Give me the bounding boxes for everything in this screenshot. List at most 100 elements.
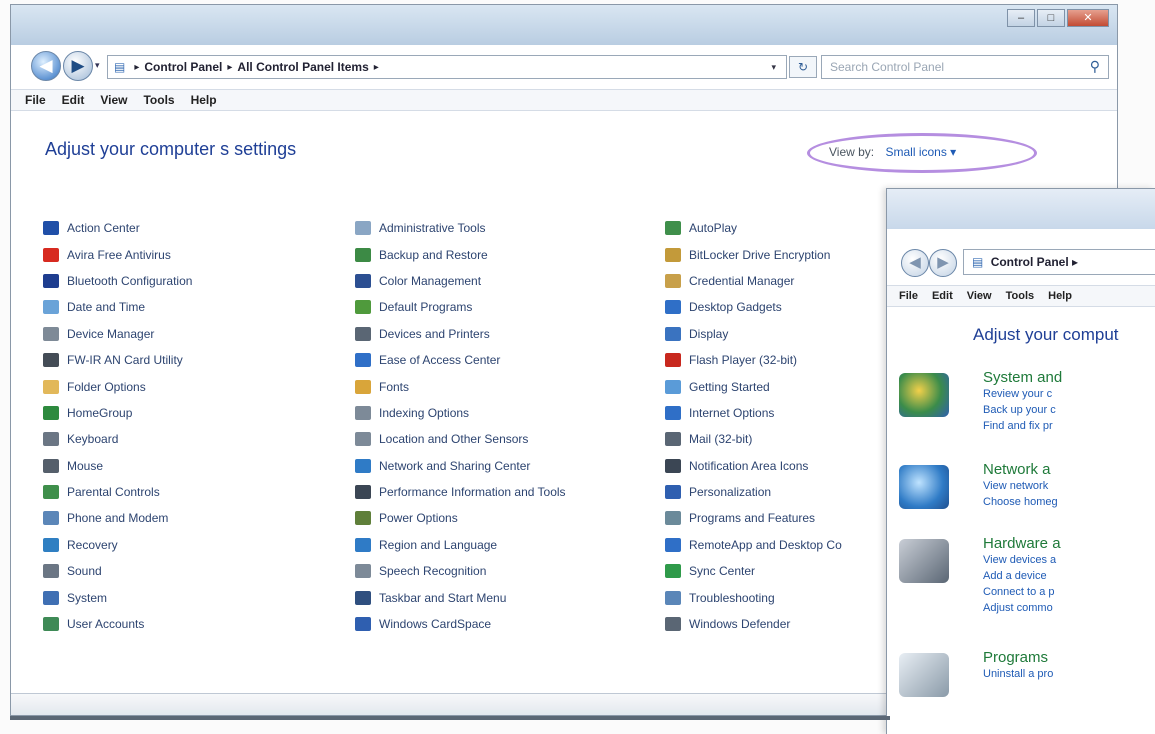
control-panel-item[interactable]: Credential Manager xyxy=(665,268,842,294)
category-title[interactable]: Network a xyxy=(983,461,1155,478)
control-panel-item[interactable]: Windows CardSpace xyxy=(355,611,566,637)
category-link[interactable]: Choose homeg xyxy=(983,494,1155,510)
view-by-control[interactable]: View by: Small icons ▾ xyxy=(829,145,956,159)
control-panel-item[interactable]: Devices and Printers xyxy=(355,321,566,347)
overlay-menu-edit[interactable]: Edit xyxy=(932,290,953,302)
control-panel-item[interactable]: Windows Defender xyxy=(665,611,842,637)
control-panel-item[interactable]: Keyboard xyxy=(43,426,192,452)
category-link[interactable]: View network xyxy=(983,478,1155,494)
overlay-address-bar[interactable]: ▤ Control Panel ▸ xyxy=(963,249,1155,275)
control-panel-item[interactable]: User Accounts xyxy=(43,611,192,637)
control-panel-item[interactable]: Getting Started xyxy=(665,373,842,399)
control-panel-item[interactable]: System xyxy=(43,584,192,610)
overlay-menu-tools[interactable]: Tools xyxy=(1006,290,1035,302)
control-panel-item[interactable]: Power Options xyxy=(355,505,566,531)
overlay-menu-view[interactable]: View xyxy=(967,290,992,302)
control-panel-item[interactable]: Display xyxy=(665,321,842,347)
taskbar-icon xyxy=(355,590,371,605)
internet-options-icon xyxy=(665,405,681,420)
control-panel-item[interactable]: Network and Sharing Center xyxy=(355,453,566,479)
category-link[interactable]: Find and fix pr xyxy=(983,418,1155,434)
close-button[interactable]: ✕ xyxy=(1067,9,1109,27)
control-panel-item[interactable]: Bluetooth Configuration xyxy=(43,268,192,294)
control-panel-item[interactable]: Folder Options xyxy=(43,373,192,399)
control-panel-item[interactable]: Fonts xyxy=(355,373,566,399)
view-by-select[interactable]: Small icons ▾ xyxy=(885,145,956,159)
control-panel-item[interactable]: Color Management xyxy=(355,268,566,294)
breadcrumb-all-items[interactable]: All Control Panel Items xyxy=(237,60,368,74)
address-bar[interactable]: ▤ ▸ Control Panel ▸ All Control Panel It… xyxy=(107,55,787,79)
breadcrumb-control-panel[interactable]: Control Panel xyxy=(144,60,222,74)
search-icon[interactable]: ⚲ xyxy=(1090,58,1100,75)
forward-button[interactable]: ▶ xyxy=(63,51,93,81)
category-link[interactable]: View devices a xyxy=(983,552,1155,568)
control-panel-item-label: Mouse xyxy=(67,458,104,473)
control-panel-item[interactable]: Speech Recognition xyxy=(355,558,566,584)
category-link[interactable]: Adjust commo xyxy=(983,600,1155,616)
control-panel-item[interactable]: Programs and Features xyxy=(665,505,842,531)
maximize-button[interactable]: □ xyxy=(1037,9,1065,27)
control-panel-item[interactable]: Desktop Gadgets xyxy=(665,294,842,320)
control-panel-item-label: Date and Time xyxy=(67,300,146,315)
control-panel-item[interactable]: Administrative Tools xyxy=(355,215,566,241)
overlay-back-button[interactable]: ◀ xyxy=(901,249,929,277)
control-panel-item[interactable]: Backup and Restore xyxy=(355,241,566,267)
search-input[interactable]: Search Control Panel ⚲ xyxy=(821,55,1109,79)
control-panel-item[interactable]: Performance Information and Tools xyxy=(355,479,566,505)
menu-tools[interactable]: Tools xyxy=(143,93,174,107)
control-panel-item[interactable]: Avira Free Antivirus xyxy=(43,241,192,267)
address-dropdown-icon[interactable]: ▾ xyxy=(771,62,776,73)
menu-help[interactable]: Help xyxy=(191,93,217,107)
control-panel-item[interactable]: FW-IR AN Card Utility xyxy=(43,347,192,373)
control-panel-item[interactable]: Action Center xyxy=(43,215,192,241)
control-panel-item[interactable]: Sync Center xyxy=(665,558,842,584)
caption-buttons: – □ ✕ xyxy=(1007,9,1109,27)
control-panel-item[interactable]: Device Manager xyxy=(43,321,192,347)
category-link[interactable]: Add a device xyxy=(983,568,1155,584)
category-link[interactable]: Review your c xyxy=(983,386,1155,402)
control-panel-item[interactable]: Flash Player (32-bit) xyxy=(665,347,842,373)
category-link[interactable]: Connect to a p xyxy=(983,584,1155,600)
control-panel-item[interactable]: Mouse xyxy=(43,453,192,479)
control-panel-item[interactable]: Personalization xyxy=(665,479,842,505)
back-button[interactable]: ◀ xyxy=(31,51,61,81)
control-panel-item[interactable]: Mail (32-bit) xyxy=(665,426,842,452)
minimize-button[interactable]: – xyxy=(1007,9,1035,27)
overlay-menu-file[interactable]: File xyxy=(899,290,918,302)
category-link[interactable]: Uninstall a pro xyxy=(983,666,1155,682)
control-panel-item[interactable]: Notification Area Icons xyxy=(665,453,842,479)
control-panel-item[interactable]: Location and Other Sensors xyxy=(355,426,566,452)
control-panel-item[interactable]: HomeGroup xyxy=(43,400,192,426)
getting-started-icon xyxy=(665,379,681,394)
control-panel-item[interactable]: Taskbar and Start Menu xyxy=(355,584,566,610)
control-panel-item[interactable]: Recovery xyxy=(43,532,192,558)
category-title[interactable]: System and xyxy=(983,369,1155,386)
color-management-icon xyxy=(355,273,371,288)
fonts-icon xyxy=(355,379,371,394)
control-panel-item[interactable]: AutoPlay xyxy=(665,215,842,241)
category-title[interactable]: Hardware a xyxy=(983,535,1155,552)
menu-edit[interactable]: Edit xyxy=(62,93,85,107)
overlay-breadcrumb[interactable]: Control Panel ▸ xyxy=(991,255,1078,269)
control-panel-item[interactable]: Region and Language xyxy=(355,532,566,558)
control-panel-item[interactable]: Ease of Access Center xyxy=(355,347,566,373)
menu-file[interactable]: File xyxy=(25,93,46,107)
control-panel-item[interactable]: RemoteApp and Desktop Co xyxy=(665,532,842,558)
recent-pages-dropdown-icon[interactable]: ▾ xyxy=(95,60,100,71)
control-panel-item[interactable]: Internet Options xyxy=(665,400,842,426)
control-panel-item[interactable]: Parental Controls xyxy=(43,479,192,505)
category-link[interactable]: Back up your c xyxy=(983,402,1155,418)
overlay-forward-button[interactable]: ▶ xyxy=(929,249,957,277)
control-panel-item[interactable]: Phone and Modem xyxy=(43,505,192,531)
control-panel-item[interactable]: Troubleshooting xyxy=(665,584,842,610)
control-panel-item[interactable]: Default Programs xyxy=(355,294,566,320)
control-panel-item[interactable]: Date and Time xyxy=(43,294,192,320)
control-panel-item[interactable]: BitLocker Drive Encryption xyxy=(665,241,842,267)
refresh-icon[interactable]: ↻ xyxy=(789,56,817,78)
control-panel-item[interactable]: Sound xyxy=(43,558,192,584)
control-panel-item-label: Sync Center xyxy=(689,564,756,579)
overlay-menu-help[interactable]: Help xyxy=(1048,290,1072,302)
control-panel-item[interactable]: Indexing Options xyxy=(355,400,566,426)
category-title[interactable]: Programs xyxy=(983,649,1155,666)
menu-view[interactable]: View xyxy=(100,93,127,107)
